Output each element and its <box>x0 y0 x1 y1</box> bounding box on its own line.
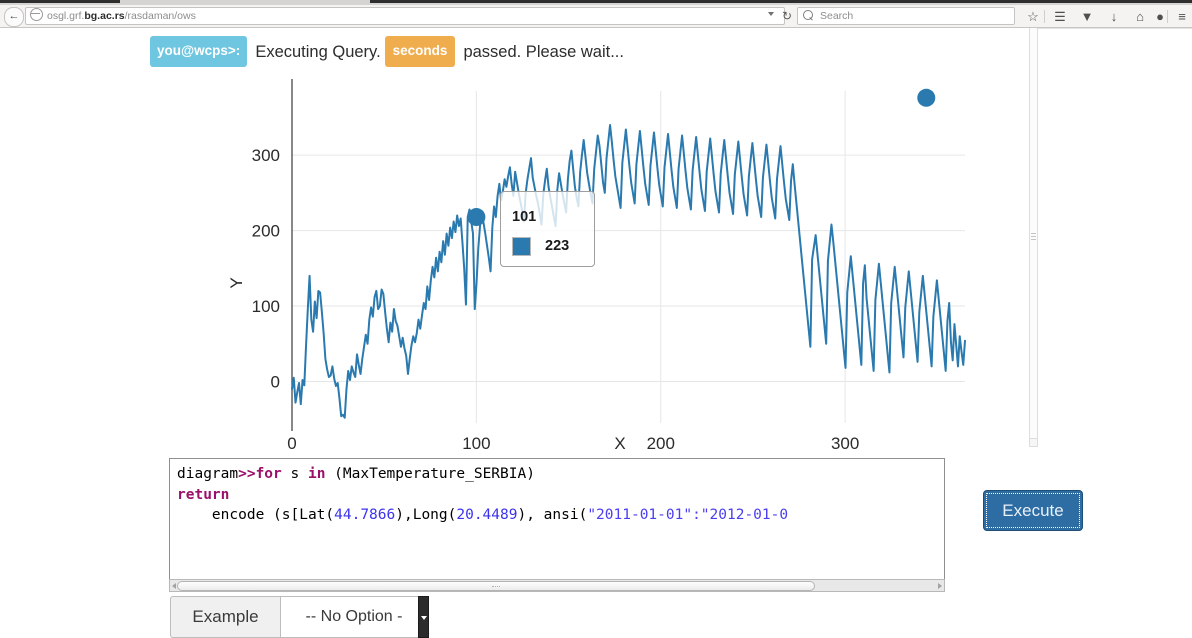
address-bar-url: osgl.grf.bg.ac.rs/rasdaman/ows <box>47 10 196 22</box>
splitter-grip-icon[interactable] <box>1031 233 1036 242</box>
url-prefix: osgl.grf. <box>47 10 85 22</box>
query-text: diagram>>for s in (MaxTemperature_SERBIA… <box>177 464 944 526</box>
y-tick-label: 300 <box>252 146 280 165</box>
query-ansi-open: ), ansi( <box>517 507 588 523</box>
back-arrow-icon[interactable]: ← <box>4 7 24 27</box>
scroll-left-icon[interactable] <box>172 583 176 589</box>
x-axis-label: X <box>614 434 625 453</box>
grid-lines <box>292 91 965 423</box>
sync-icon[interactable]: ● <box>1152 9 1168 24</box>
query-kw-for: >>for <box>238 466 282 482</box>
page-content: you@wcps>: Executing Query. seconds passed.… <box>0 28 1192 638</box>
query-coverage: (MaxTemperature_SERBIA) <box>325 466 535 482</box>
reader-icon[interactable]: ☰ <box>1052 9 1068 24</box>
menu-icon[interactable]: ≡ <box>1174 9 1190 24</box>
data-point-marker[interactable] <box>917 88 936 107</box>
globe-icon <box>30 8 43 21</box>
address-bar[interactable]: osgl.grf.bg.ac.rs/rasdaman/ows <box>25 7 785 25</box>
y-tick-label: 200 <box>252 222 280 241</box>
example-label: Example <box>170 596 280 638</box>
execute-button[interactable]: Execute <box>983 490 1083 531</box>
scrollbar-thumb[interactable] <box>177 581 815 591</box>
prompt-badge: you@wcps>: <box>150 36 248 67</box>
status-text-after: passed. Please wait... <box>463 43 624 61</box>
browser-chrome: ← osgl.grf.bg.ac.rs/rasdaman/ows ↻ Searc… <box>0 0 1192 28</box>
browser-navigation-bar: ← osgl.grf.bg.ac.rs/rasdaman/ows ↻ Searc… <box>0 5 1192 27</box>
star-icon[interactable]: ☆ <box>1025 9 1041 24</box>
x-tick-label: 300 <box>831 434 859 453</box>
y-tick-label: 0 <box>271 373 280 392</box>
query-horizontal-scrollbar[interactable] <box>169 579 945 592</box>
toolbar-separator <box>1044 10 1045 23</box>
x-tick-label: 200 <box>647 434 675 453</box>
query-kw-in: in <box>307 466 326 482</box>
data-point-marker[interactable] <box>467 208 486 227</box>
y-axis-label: Y <box>227 277 246 288</box>
query-lat-value: 44.7866 <box>334 507 396 523</box>
browser-tab[interactable] <box>370 0 1192 3</box>
status-text-before: Executing Query. <box>255 43 381 61</box>
url-suffix: /rasdaman/ows <box>124 10 196 22</box>
line-chart[interactable]: 0 100 200 300 0 100 200 300 X Y <box>170 73 1020 463</box>
search-icon <box>803 10 813 20</box>
seconds-badge: seconds <box>384 36 456 67</box>
url-domain: bg.ac.rs <box>84 10 125 22</box>
x-tick-label: 0 <box>287 434 296 453</box>
example-select[interactable]: -- No Option - <box>280 596 428 638</box>
chevron-down-icon[interactable] <box>418 596 429 638</box>
query-long-value: 20.4489 <box>456 507 518 523</box>
tooltip-x-value: 101 <box>512 209 537 225</box>
query-input[interactable]: diagram>>for s in (MaxTemperature_SERBIA… <box>169 458 945 580</box>
query-var-s: s <box>281 466 308 482</box>
query-long-open: ),Long( <box>395 507 457 523</box>
query-encode: encode (s[Lat( <box>177 507 335 523</box>
x-tick-label: 100 <box>462 434 490 453</box>
status-line: you@wcps>: Executing Query. seconds passed.… <box>150 36 624 67</box>
panel-divider <box>1029 28 1192 29</box>
download-icon[interactable]: ↓ <box>1106 9 1122 24</box>
toolbar-separator <box>1167 10 1168 23</box>
series-line <box>291 123 966 419</box>
chart-panel[interactable]: 0 100 200 300 0 100 200 300 X Y 101 223 <box>170 73 1020 463</box>
splitter-end-cap[interactable] <box>1029 438 1038 447</box>
chevron-down-icon[interactable] <box>768 12 774 16</box>
tooltip-y-value: 223 <box>545 238 570 254</box>
query-ansi-range: "2011-01-01":"2012-01-0 <box>587 507 789 523</box>
search-input[interactable]: Search <box>797 7 1015 25</box>
tooltip-series-swatch <box>512 237 531 256</box>
query-kw-diagram: diagram <box>177 466 239 482</box>
pocket-icon[interactable]: ▼ <box>1079 9 1095 24</box>
browser-tab[interactable] <box>0 0 120 3</box>
chart-tooltip: 101 223 <box>500 191 595 267</box>
reload-icon[interactable]: ↻ <box>780 9 794 23</box>
home-icon[interactable]: ⌂ <box>1132 9 1148 24</box>
y-tick-label: 100 <box>252 297 280 316</box>
query-kw-return: return <box>177 486 230 503</box>
scroll-right-icon[interactable] <box>938 583 942 589</box>
